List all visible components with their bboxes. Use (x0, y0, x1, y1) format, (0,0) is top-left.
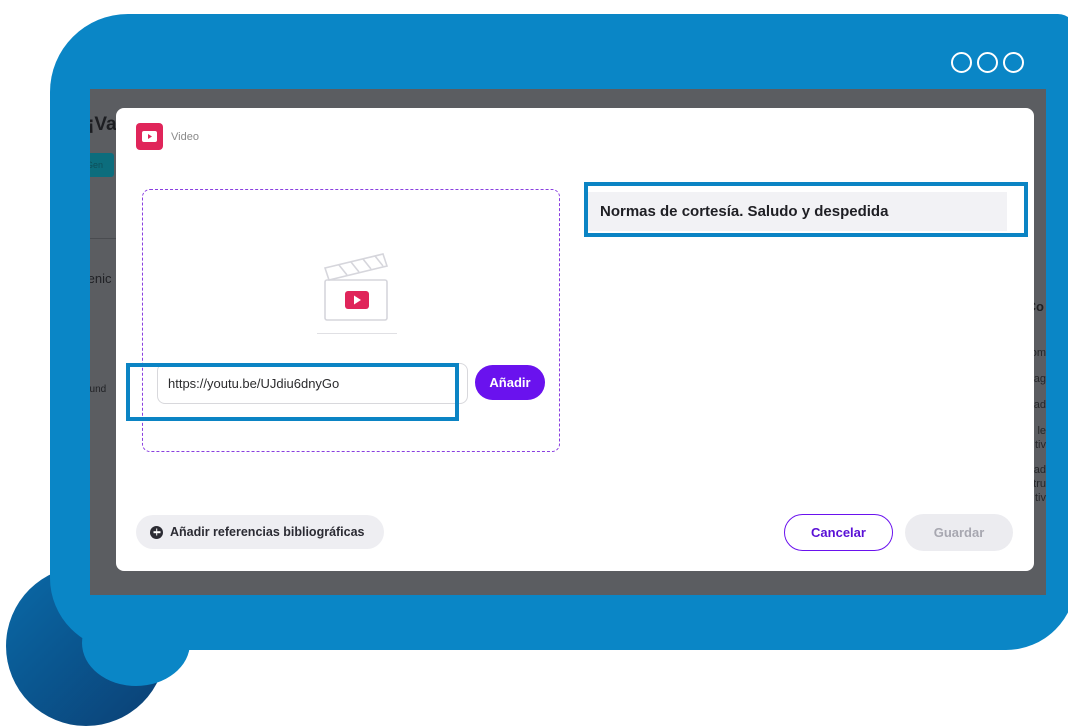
background-right-line: ag (1033, 373, 1046, 385)
background-text: gund (90, 384, 107, 395)
background-text: tenic (90, 271, 112, 286)
background-chip: Gen (90, 153, 114, 177)
clapperboard-play-icon (303, 238, 403, 339)
window-dot-icon (1003, 52, 1024, 73)
save-button[interactable]: Guardar (905, 514, 1013, 551)
video-url-input[interactable] (157, 363, 468, 404)
background-title: ¡Va (90, 114, 117, 135)
modal-header: Video (136, 123, 199, 150)
video-title-field[interactable]: Normas de cortesía. Saludo y despedida (587, 192, 1007, 231)
add-references-button[interactable]: Añadir referencias bibliográficas (136, 515, 384, 549)
window-dot-icon (977, 52, 998, 73)
background-right-line: ad (1033, 399, 1046, 411)
background-right-line: tiv (1035, 439, 1046, 451)
modal-header-label: Video (171, 130, 199, 143)
add-video-button[interactable]: Añadir (475, 365, 545, 400)
background-right-line: ad (1033, 464, 1046, 476)
background-right-line: tru (1033, 478, 1046, 490)
background-right-line: le (1037, 425, 1046, 437)
cancel-button[interactable]: Cancelar (784, 514, 893, 551)
video-modal: Video Añadir Normas de cortesía. Saludo … (116, 108, 1034, 571)
window-dot-icon (951, 52, 972, 73)
background-right-line: tiv (1035, 492, 1046, 504)
add-references-label: Añadir referencias bibliográficas (170, 525, 365, 539)
plus-circle-icon (150, 525, 163, 539)
window-dots (951, 52, 1024, 73)
video-play-icon (136, 123, 163, 150)
video-dropzone[interactable]: Añadir (142, 189, 560, 452)
